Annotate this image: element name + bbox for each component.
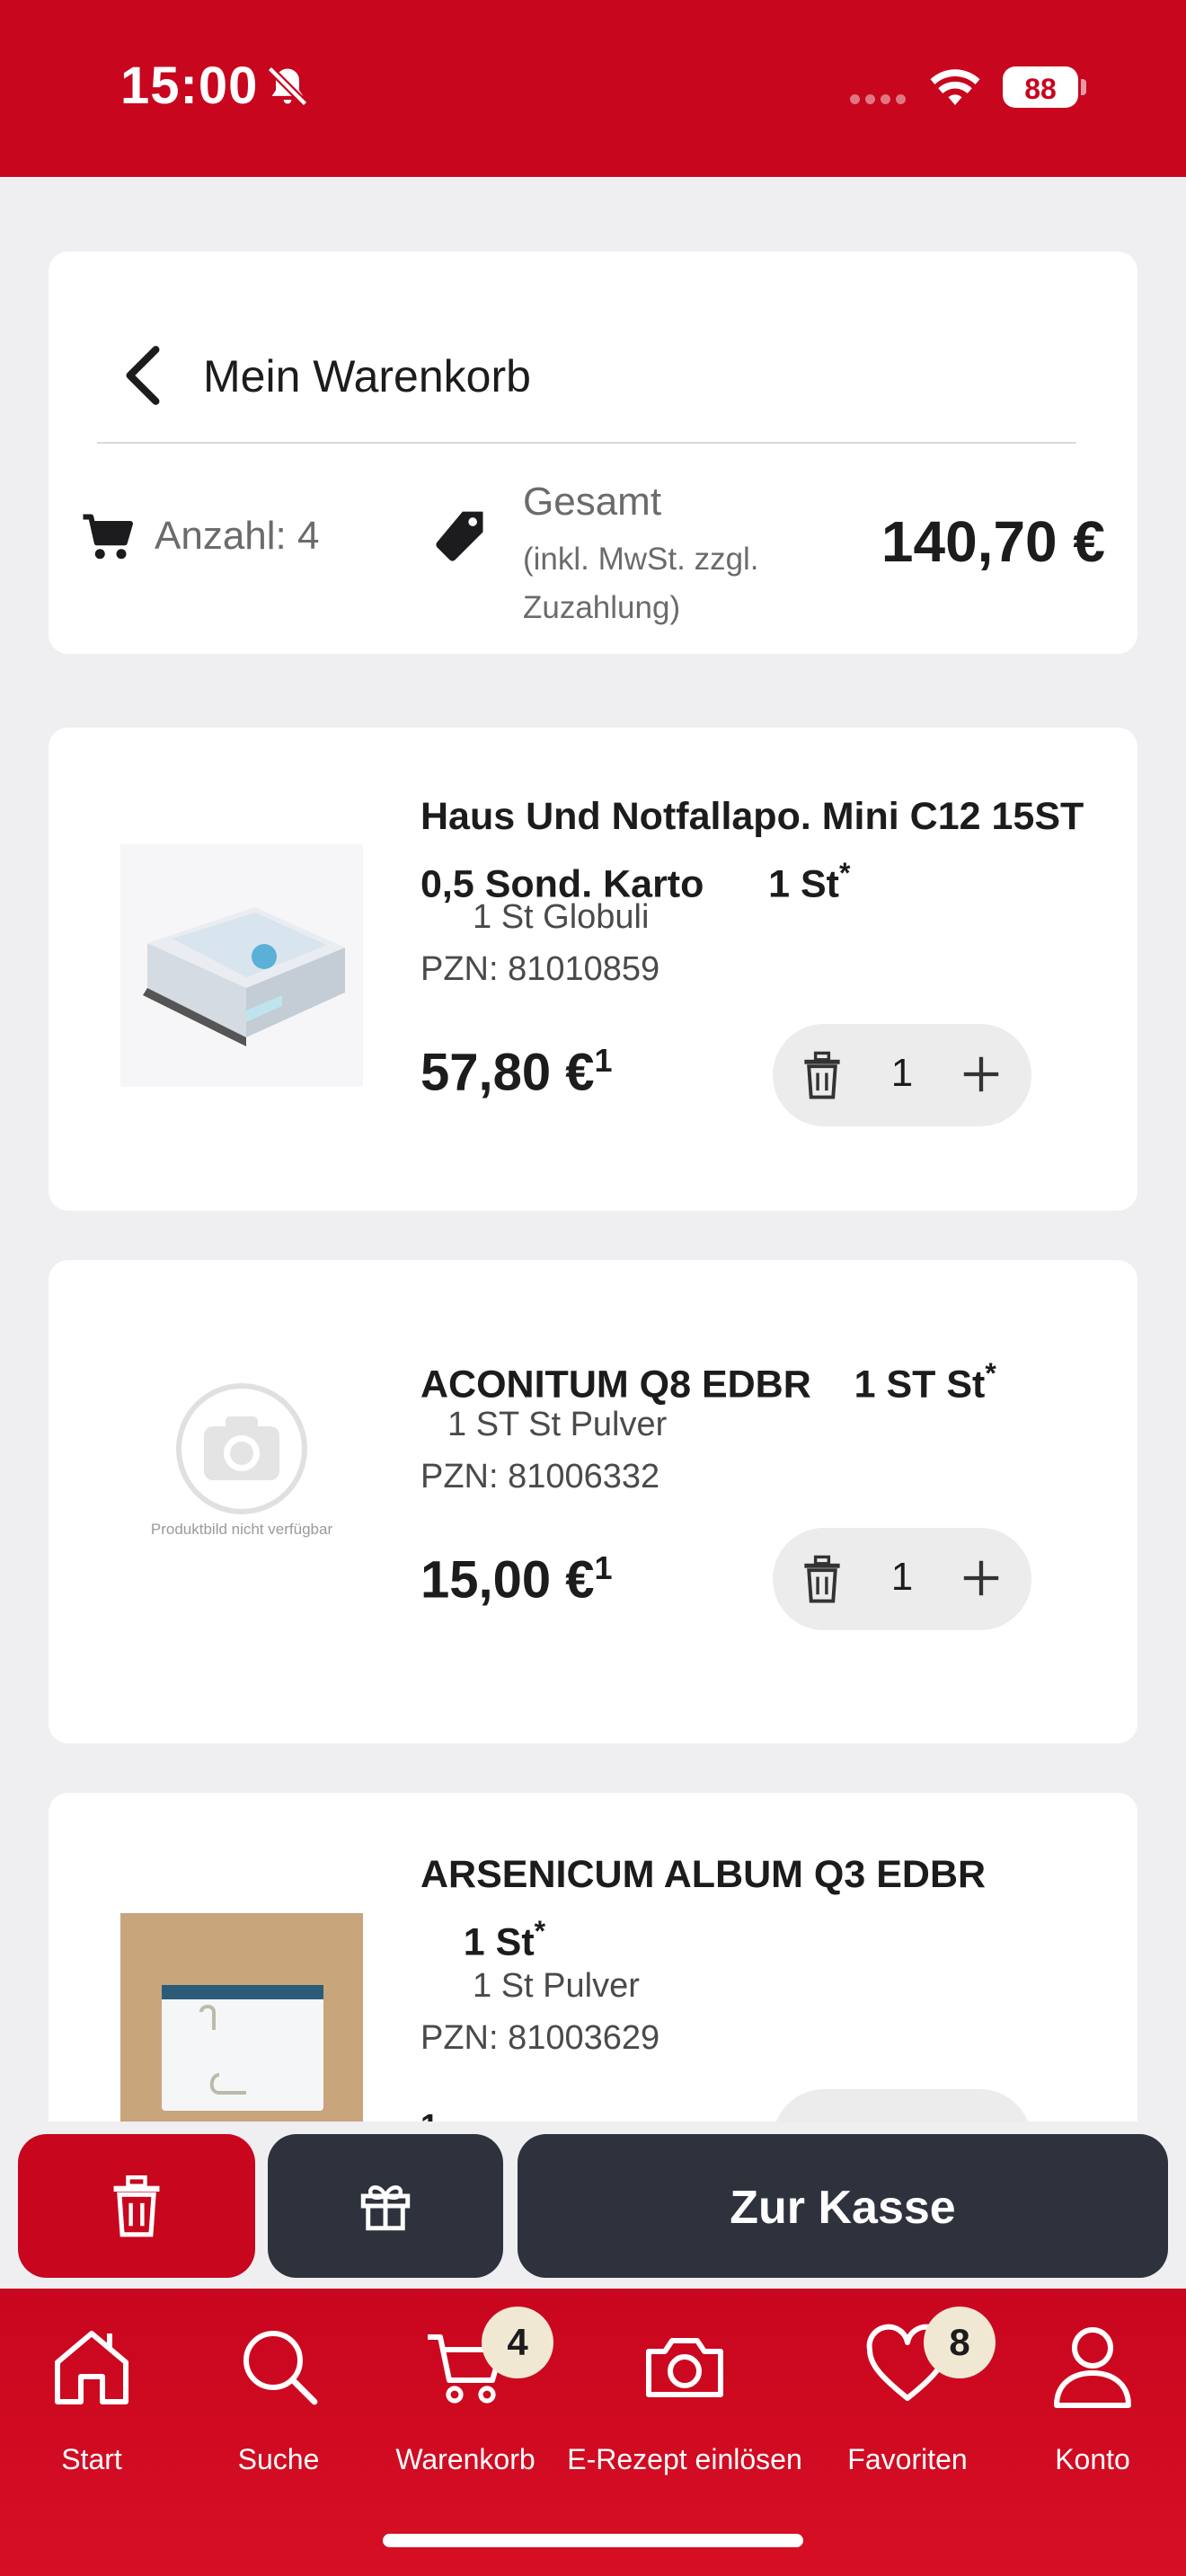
tab-start[interactable]: Start — [18, 2323, 165, 2493]
item-pzn: PZN: 81003629 — [420, 2019, 660, 2057]
cellular-signal-icon — [850, 94, 906, 104]
item-price: 57,80 €1 — [420, 1042, 613, 1102]
item-price-value: 15,00 € — [420, 1550, 595, 1610]
total-value: 140,70 € — [881, 509, 1105, 574]
voucher-button[interactable] — [268, 2134, 503, 2278]
tab-label: E-Rezept einlösen — [567, 2443, 802, 2475]
cart-item[interactable]: Produktbild nicht verfügbar ACONITUM Q8 … — [49, 1260, 1137, 1743]
cart-summary-card: Mein Warenkorb Anzahl: 4 Gesamt (inkl. M… — [49, 251, 1137, 654]
action-bar: Zur Kasse — [0, 2122, 1186, 2289]
total-note: (inkl. MwSt. zzgl. Zuzahlung) — [523, 542, 759, 625]
item-subtitle: 1 St Globuli — [473, 898, 650, 936]
tab-bar: Start Suche 4 Warenkorb E-Rezept einlöse… — [0, 2289, 1186, 2576]
cart-icon — [83, 514, 133, 560]
plus-icon[interactable] — [960, 1557, 1003, 1600]
wifi-icon — [930, 69, 980, 105]
trash-icon[interactable] — [800, 1555, 845, 1603]
tab-label: Konto — [1055, 2443, 1130, 2475]
search-icon — [243, 2331, 318, 2405]
item-price-value: 57,80 € — [420, 1043, 595, 1102]
tab-suche[interactable]: Suche — [207, 2323, 350, 2493]
quantity-stepper: 1 — [773, 1528, 1031, 1630]
trash-icon — [113, 2175, 160, 2237]
item-name-text: ARSENICUM ALBUM Q3 EDBR — [420, 1853, 987, 1896]
product-image — [120, 844, 363, 1087]
item-price: 15,00 €1 — [420, 1549, 613, 1610]
item-subtitle: 1 St Pulver — [473, 1967, 640, 2005]
camera-placeholder-icon — [176, 1383, 307, 1514]
item-subtitle: 1 ST St Pulver — [447, 1406, 668, 1443]
tab-favoriten[interactable]: 8 Favoriten — [827, 2307, 996, 2493]
back-arrow-icon[interactable] — [120, 343, 165, 408]
quantity-value: 1 — [890, 1051, 914, 1095]
item-count: Anzahl: 4 — [155, 514, 320, 558]
tab-konto[interactable]: Konto — [1021, 2323, 1164, 2493]
battery-icon: 88 — [1003, 66, 1078, 108]
price-tag-icon — [436, 511, 483, 561]
status-time: 15:00 — [120, 57, 259, 115]
cart-badge: 4 — [482, 2307, 553, 2378]
plus-icon[interactable] — [960, 1053, 1003, 1096]
home-icon — [55, 2331, 128, 2404]
tab-label: Warenkorb — [395, 2443, 535, 2475]
price-footnote: 1 — [594, 1549, 613, 1586]
user-icon — [1054, 2327, 1131, 2408]
item-unit: 1 St — [463, 1920, 535, 1964]
battery-tip — [1081, 79, 1086, 95]
price-footnote: 1 — [594, 1042, 613, 1079]
trash-icon[interactable] — [800, 1051, 845, 1099]
favorites-badge: 8 — [924, 2307, 996, 2378]
tab-warenkorb[interactable]: 4 Warenkorb — [385, 2307, 553, 2493]
item-pzn: PZN: 81006332 — [420, 1458, 660, 1495]
status-bar: 15:00 88 — [0, 0, 1186, 177]
clear-cart-button[interactable] — [18, 2134, 255, 2278]
item-name: ARSENICUM ALBUM Q3 EDBR 1 St* — [420, 1847, 1085, 1971]
asterisk: * — [838, 857, 851, 889]
tab-e-rezept[interactable]: E-Rezept einlösen — [559, 2323, 810, 2493]
item-unit: 1 St — [768, 862, 839, 906]
checkout-button[interactable]: Zur Kasse — [518, 2134, 1168, 2278]
product-image — [120, 1913, 363, 2156]
camera-icon — [646, 2338, 723, 2397]
quantity-value: 1 — [890, 1555, 914, 1599]
tab-label: Start — [61, 2443, 122, 2475]
checkout-label: Zur Kasse — [730, 2182, 956, 2234]
page-title: Mein Warenkorb — [203, 351, 531, 401]
home-indicator[interactable] — [383, 2534, 803, 2547]
cart-item[interactable]: Haus Und Notfallapo. Mini C12 15ST 0,5 S… — [49, 728, 1137, 1211]
image-placeholder-text: Produktbild nicht verfügbar — [150, 1521, 333, 1538]
asterisk: * — [534, 1915, 546, 1947]
asterisk: * — [985, 1357, 996, 1389]
item-name-text: Haus Und Notfallapo. Mini C12 15ST 0,5 S… — [420, 795, 1084, 906]
tab-label: Favoriten — [847, 2443, 968, 2475]
item-unit: 1 ST St — [854, 1363, 986, 1407]
divider — [97, 442, 1076, 444]
battery-level: 88 — [1024, 73, 1057, 105]
gift-icon — [360, 2185, 411, 2231]
product-image-placeholder: Produktbild nicht verfügbar — [120, 1377, 363, 1619]
quantity-stepper: 1 — [773, 1024, 1031, 1126]
total-label: Gesamt — [523, 480, 662, 524]
bell-off-icon — [267, 66, 308, 107]
tab-label: Suche — [237, 2443, 320, 2475]
item-pzn: PZN: 81010859 — [420, 950, 660, 988]
